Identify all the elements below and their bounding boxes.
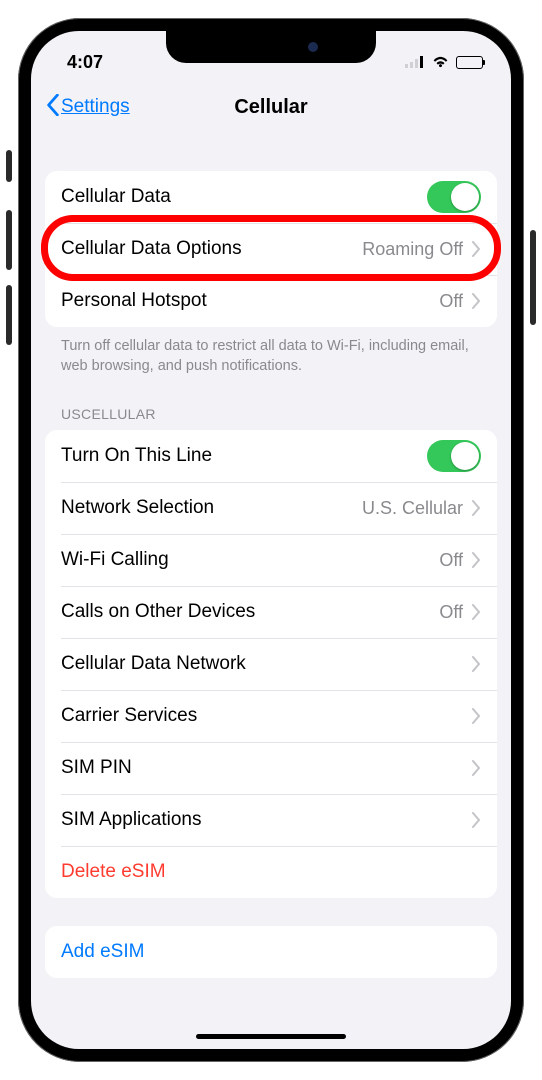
carrier-services-label: Carrier Services (61, 705, 471, 727)
cellular-data-row[interactable]: Cellular Data (45, 171, 497, 223)
chevron-right-icon (471, 760, 481, 776)
cellular-data-network-label: Cellular Data Network (61, 653, 471, 675)
chevron-right-icon (471, 656, 481, 672)
back-label: Settings (61, 96, 130, 118)
wifi-calling-value: Off (439, 550, 463, 571)
power-button (530, 230, 536, 325)
add-esim-group: Add eSIM (45, 926, 497, 978)
notch (166, 31, 376, 63)
turn-on-line-row[interactable]: Turn On This Line (45, 430, 497, 482)
wifi-icon (431, 52, 450, 73)
personal-hotspot-value: Off (439, 291, 463, 312)
network-selection-value: U.S. Cellular (362, 498, 463, 519)
volume-down-button (6, 285, 12, 345)
sim-applications-row[interactable]: SIM Applications (45, 794, 497, 846)
cellular-top-group: Cellular Data Cellular Data Options Roam… (45, 171, 497, 327)
delete-esim-label: Delete eSIM (61, 861, 481, 883)
chevron-right-icon (471, 812, 481, 828)
calls-on-other-devices-row[interactable]: Calls on Other Devices Off (45, 586, 497, 638)
chevron-right-icon (471, 552, 481, 568)
cellular-data-options-row[interactable]: Cellular Data Options Roaming Off (45, 223, 497, 275)
network-selection-row[interactable]: Network Selection U.S. Cellular (45, 482, 497, 534)
wifi-calling-row[interactable]: Wi-Fi Calling Off (45, 534, 497, 586)
network-selection-label: Network Selection (61, 497, 362, 519)
add-esim-row[interactable]: Add eSIM (45, 926, 497, 978)
cellular-data-footer: Turn off cellular data to restrict all d… (45, 327, 497, 376)
nav-bar: Settings Cellular (31, 79, 511, 135)
turn-on-line-label: Turn On This Line (61, 445, 427, 467)
personal-hotspot-row[interactable]: Personal Hotspot Off (45, 275, 497, 327)
carrier-group: Turn On This Line Network Selection U.S.… (45, 430, 497, 898)
wifi-calling-label: Wi-Fi Calling (61, 549, 439, 571)
chevron-right-icon (471, 500, 481, 516)
cellular-data-network-row[interactable]: Cellular Data Network (45, 638, 497, 690)
delete-esim-row[interactable]: Delete eSIM (45, 846, 497, 898)
uscellular-header: USCELLULAR (45, 376, 497, 430)
battery-icon (456, 56, 483, 69)
chevron-left-icon (45, 93, 61, 121)
cellular-data-toggle[interactable] (427, 181, 481, 213)
add-esim-label: Add eSIM (61, 941, 481, 963)
screen: 4:07 (31, 31, 511, 1049)
volume-up-button (6, 210, 12, 270)
calls-on-other-label: Calls on Other Devices (61, 601, 439, 623)
back-button[interactable]: Settings (45, 93, 130, 121)
phone-frame: 4:07 (18, 18, 524, 1062)
cellular-data-options-label: Cellular Data Options (61, 238, 362, 260)
chevron-right-icon (471, 293, 481, 309)
chevron-right-icon (471, 241, 481, 257)
calls-on-other-value: Off (439, 602, 463, 623)
chevron-right-icon (471, 708, 481, 724)
carrier-services-row[interactable]: Carrier Services (45, 690, 497, 742)
cellular-data-options-value: Roaming Off (362, 239, 463, 260)
cellular-signal-icon (405, 52, 425, 73)
cellular-data-label: Cellular Data (61, 186, 427, 208)
status-time: 4:07 (67, 52, 103, 73)
mute-switch (6, 150, 12, 182)
turn-on-line-toggle[interactable] (427, 440, 481, 472)
home-indicator[interactable] (196, 1034, 346, 1039)
personal-hotspot-label: Personal Hotspot (61, 290, 439, 312)
sim-applications-label: SIM Applications (61, 809, 471, 831)
front-camera (308, 42, 318, 52)
sim-pin-row[interactable]: SIM PIN (45, 742, 497, 794)
chevron-right-icon (471, 604, 481, 620)
sim-pin-label: SIM PIN (61, 757, 471, 779)
page-title: Cellular (234, 96, 307, 119)
